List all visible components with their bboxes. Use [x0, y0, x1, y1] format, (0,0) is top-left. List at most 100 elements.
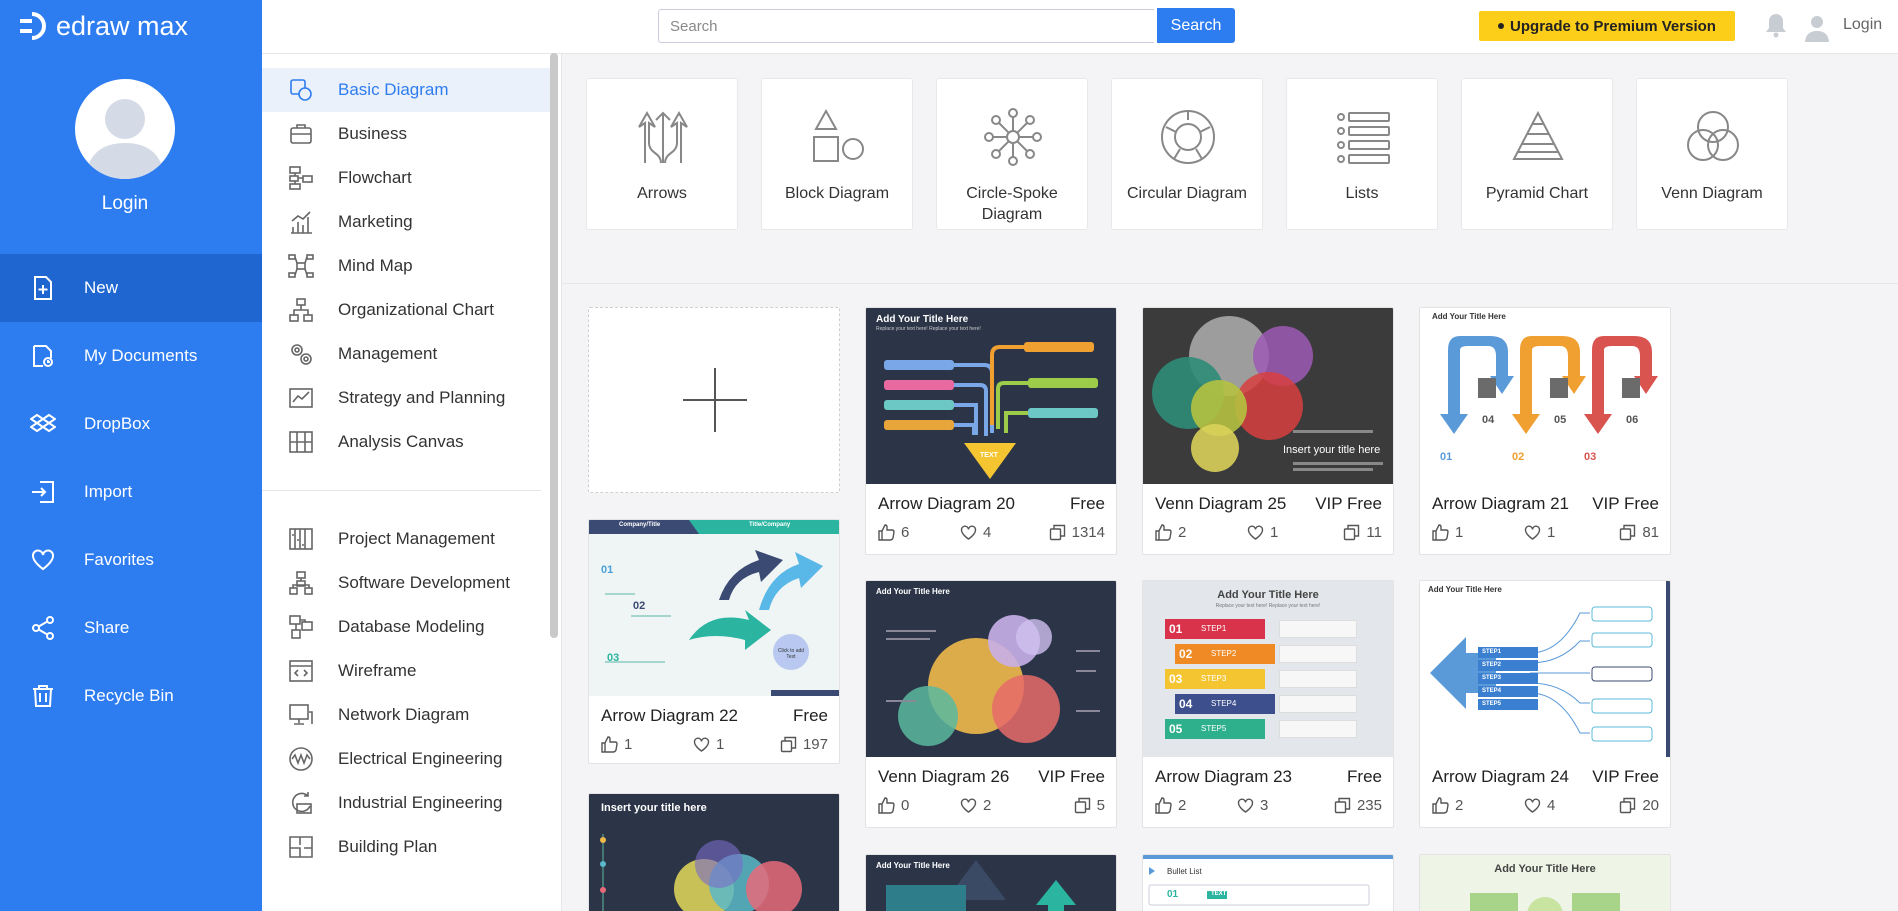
category-building-plan[interactable]: Building Plan	[262, 825, 561, 869]
template-badge: VIP Free	[1315, 494, 1382, 513]
category-analysis-canvas[interactable]: Analysis Canvas	[262, 420, 561, 464]
template-stats: 0 2 5	[878, 797, 1105, 817]
template-card[interactable]: Add Your Title Here	[865, 854, 1117, 911]
category-wireframe[interactable]: Wireframe	[262, 649, 561, 693]
venn-diagram-graphic	[600, 834, 802, 911]
step-label: STEP1	[1201, 624, 1227, 633]
category-network-diagram[interactable]: Network Diagram	[262, 693, 561, 737]
sidebar-login[interactable]: Login	[0, 193, 250, 215]
like-button[interactable]: 1	[601, 736, 632, 753]
category-industrial-engineering[interactable]: Industrial Engineering	[262, 781, 561, 825]
like-button[interactable]: 2	[1432, 797, 1463, 814]
sidebar-item-import[interactable]: Import	[0, 458, 262, 526]
step-label: STEP3	[1201, 674, 1227, 683]
category-management[interactable]: Management	[262, 332, 561, 376]
step-label: STEP2	[1478, 660, 1538, 671]
like-button[interactable]: 6	[878, 524, 909, 541]
subtype-lists[interactable]: Lists	[1286, 78, 1438, 230]
copy-button[interactable]: 81	[1619, 524, 1659, 541]
sidebar-item-new[interactable]: New	[0, 254, 262, 322]
category-software-development[interactable]: Software Development	[262, 561, 561, 605]
category-flowchart[interactable]: Flowchart	[262, 156, 561, 200]
template-card-arrow-diagram-21[interactable]: Add Your Title Here 04 05 06 01 02 03 Ar…	[1419, 307, 1671, 555]
heart-icon	[1524, 798, 1541, 813]
favorite-button[interactable]: 4	[960, 524, 991, 541]
sidebar-item-my-documents[interactable]: My Documents	[0, 322, 262, 390]
favorite-count: 1	[716, 736, 725, 753]
thumb-center-label: TEXT	[980, 452, 998, 459]
template-card-venn-diagram-25[interactable]: Insert your title here Venn Diagram 25 V…	[1142, 307, 1394, 555]
subtype-arrows[interactable]: Arrows	[586, 78, 738, 230]
brand-logo[interactable]: edraw max	[18, 8, 188, 44]
subtype-venn-diagram[interactable]: Venn Diagram	[1636, 78, 1788, 230]
sidebar-item-share[interactable]: Share	[0, 594, 262, 662]
category-mind-map[interactable]: Mind Map	[262, 244, 561, 288]
template-card-arrow-diagram-23[interactable]: Add Your Title Here Replace your text he…	[1142, 580, 1394, 828]
copy-button[interactable]: 5	[1074, 797, 1105, 814]
favorite-button[interactable]: 2	[960, 797, 991, 814]
category-basic-diagram[interactable]: Basic Diagram	[262, 68, 551, 112]
new-blank-drawing[interactable]	[588, 307, 840, 493]
subtype-block-diagram[interactable]: Block Diagram	[761, 78, 913, 230]
heart-icon	[960, 525, 977, 540]
category-electrical-engineering[interactable]: Electrical Engineering	[262, 737, 561, 781]
template-name: Arrow Diagram 20	[878, 494, 1015, 513]
copy-button[interactable]: 197	[780, 736, 828, 753]
like-count: 0	[901, 797, 910, 814]
favorite-button[interactable]: 1	[693, 736, 724, 753]
like-count: 2	[1178, 524, 1187, 541]
like-button[interactable]: 2	[1155, 797, 1186, 814]
step-list: 01 STEP1 02 STEP2 03 STEP3 04 STEP4 05 STEP5	[1165, 619, 1375, 744]
template-thumbnail: Add Your Title Here 04 05 06 01 02 03	[1420, 308, 1670, 484]
copy-button[interactable]: 235	[1334, 797, 1382, 814]
copy-button[interactable]: 1314	[1049, 524, 1105, 541]
template-card-venn-diagram-26[interactable]: Add Your Title Here Venn Diagram 26 VIP …	[865, 580, 1117, 828]
topbar-login[interactable]: Login	[1843, 16, 1882, 34]
template-card-arrow-diagram-20[interactable]: Add Your Title Here Replace your text he…	[865, 307, 1117, 555]
category-organizational-chart[interactable]: Organizational Chart	[262, 288, 561, 332]
sidebar-item-dropbox[interactable]: DropBox	[0, 390, 262, 458]
arrow-diagram-graphic	[1430, 606, 1653, 742]
copy-count: 1314	[1071, 524, 1105, 541]
monitor-icon	[289, 704, 313, 725]
like-button[interactable]: 0	[878, 797, 909, 814]
copy-button[interactable]: 11	[1343, 524, 1382, 541]
search-input[interactable]	[658, 9, 1154, 43]
favorite-button[interactable]: 3	[1237, 797, 1268, 814]
favorite-button[interactable]: 4	[1524, 797, 1555, 814]
template-card-arrow-diagram-22[interactable]: Company/Title Title/Company 01 02 03 Cli…	[588, 519, 840, 764]
venn-diagram-graphic	[1152, 316, 1383, 472]
step-text-box	[1279, 720, 1357, 738]
upgrade-button[interactable]: Upgrade to Premium Version	[1479, 11, 1735, 41]
category-marketing[interactable]: Marketing	[262, 200, 561, 244]
main-content: Arrows Block Diagram Circle-Spoke Diagra…	[562, 54, 1898, 911]
sidebar-item-label: My Documents	[84, 346, 198, 365]
search-button[interactable]: Search	[1157, 8, 1235, 43]
user-icon[interactable]	[1802, 12, 1832, 42]
favorite-button[interactable]: 1	[1524, 524, 1555, 541]
avatar[interactable]	[75, 79, 175, 179]
template-card-arrow-diagram-24[interactable]: Add Your Title Here STEP1 STEP2 STEP3 STEP4…	[1419, 580, 1671, 828]
subtype-circle-spoke-diagram[interactable]: Circle-Spoke Diagram	[936, 78, 1088, 230]
like-button[interactable]: 1	[1432, 524, 1463, 541]
category-project-management[interactable]: Project Management	[262, 517, 561, 561]
sidebar-item-recycle-bin[interactable]: Recycle Bin	[0, 662, 262, 730]
category-database-modeling[interactable]: Database Modeling	[262, 605, 561, 649]
template-card[interactable]: Add Your Title Here	[1419, 854, 1671, 911]
category-business[interactable]: Business	[262, 112, 561, 156]
brand-name: edraw max	[56, 10, 189, 41]
sidebar-item-favorites[interactable]: Favorites	[0, 526, 262, 594]
like-button[interactable]: 2	[1155, 524, 1186, 541]
template-name: Venn Diagram 26	[878, 767, 1010, 786]
bullet-list-graphic	[1148, 867, 1370, 906]
category-strategy-and-planning[interactable]: Strategy and Planning	[262, 376, 561, 420]
bell-icon[interactable]	[1764, 12, 1788, 38]
template-card[interactable]: Bullet List 01 TEXT	[1142, 854, 1394, 911]
template-card[interactable]: Insert your title here	[588, 793, 840, 911]
category-scrollbar[interactable]	[550, 53, 558, 638]
subtype-circular-diagram[interactable]: Circular Diagram	[1111, 78, 1263, 230]
subtype-pyramid-chart[interactable]: Pyramid Chart	[1461, 78, 1613, 230]
favorite-button[interactable]: 1	[1247, 524, 1278, 541]
like-count: 1	[1455, 524, 1464, 541]
copy-button[interactable]: 20	[1619, 797, 1659, 814]
